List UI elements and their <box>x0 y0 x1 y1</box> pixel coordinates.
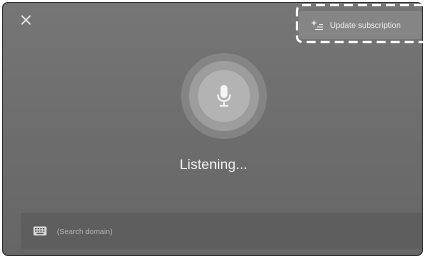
update-subscription-button[interactable]: Update subscription <box>299 11 422 39</box>
search-placeholder: (Search domain) <box>57 226 113 236</box>
voice-search-screen: Update subscription Listening... (Search… <box>2 2 423 256</box>
update-subscription-label: Update subscription <box>330 20 401 30</box>
microphone-button[interactable] <box>198 70 250 122</box>
microphone-icon <box>217 85 231 107</box>
keyboard-icon[interactable] <box>33 226 47 236</box>
close-button[interactable] <box>17 11 35 29</box>
sparkle-icon <box>310 18 326 32</box>
close-icon <box>21 15 31 25</box>
microphone-indicator <box>181 53 267 139</box>
listening-status: Listening... <box>179 156 248 172</box>
search-input[interactable]: (Search domain) <box>21 213 422 249</box>
